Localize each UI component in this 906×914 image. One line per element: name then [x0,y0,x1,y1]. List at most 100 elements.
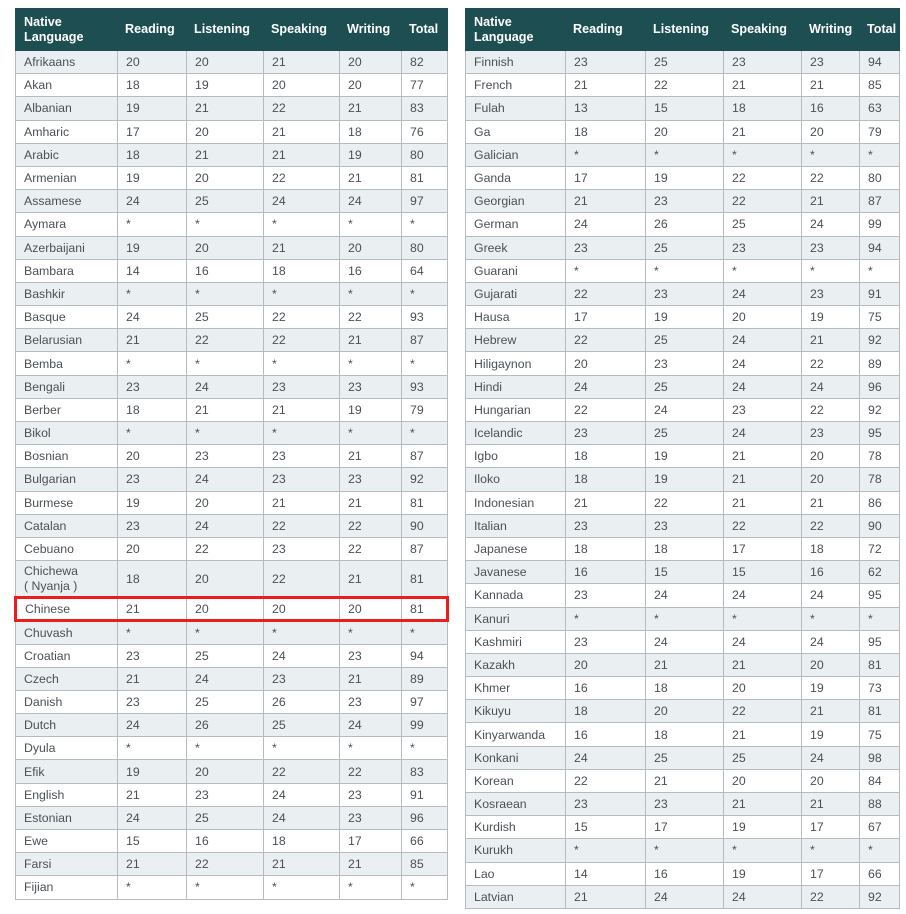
table-row[interactable]: Croatian 23 25 24 23 94 [15,643,448,668]
table-row[interactable]: Guarani * * * * * [465,258,900,283]
cell-total: * [401,281,448,307]
cell-reading: 18 [117,73,187,98]
table-row[interactable]: Bambara 14 16 18 16 64 [15,258,448,283]
table-row[interactable]: Dutch 24 26 25 24 99 [15,713,448,738]
table-row[interactable]: German 24 26 25 24 99 [465,212,900,237]
table-row[interactable]: Bashkir * * * * * [15,281,448,307]
table-row[interactable]: Indonesian 21 22 21 21 86 [465,490,900,515]
table-row[interactable]: Igbo 18 19 21 20 78 [465,444,900,469]
table-row[interactable]: Chuvash * * * * * [15,620,448,645]
cell-total: 87 [401,444,448,469]
table-row[interactable]: Bengali 23 24 23 23 93 [15,374,448,399]
table-row[interactable]: Arabic 18 21 21 19 80 [15,142,448,167]
table-row[interactable]: Gujarati 22 23 24 23 91 [465,281,900,307]
table-row[interactable]: Kikuyu 18 20 22 21 81 [465,699,900,724]
table-row[interactable]: Korean 22 21 20 20 84 [465,768,900,794]
table-row[interactable]: Bikol * * * * * [15,420,448,446]
cell-writing: 20 [801,119,860,144]
table-row[interactable]: Catalan 23 24 22 22 90 [15,513,448,538]
cell-reading: * [117,212,187,237]
cell-listening: * [186,281,264,307]
table-row[interactable]: Kashmiri 23 24 24 24 95 [465,629,900,654]
table-row[interactable]: Danish 23 25 26 23 97 [15,689,448,715]
table-row[interactable]: Finnish 23 25 23 23 94 [465,49,900,75]
cell-reading: 19 [117,759,187,784]
table-row[interactable]: Kannada 23 24 24 24 95 [465,583,900,608]
table-row[interactable]: Chichewa( Nyanja ) 18 20 22 21 81 [15,560,448,599]
table-row[interactable]: Hausa 17 19 20 19 75 [465,305,900,330]
cell-speaking: 19 [723,861,802,886]
table-row[interactable]: Farsi 21 22 21 21 85 [15,852,448,877]
cell-writing: 22 [339,513,402,538]
table-row[interactable]: Latvian 21 24 24 22 92 [465,884,900,909]
table-row[interactable]: Dyula * * * * * [15,736,448,761]
cell-total: 79 [859,119,900,144]
cell-writing: 21 [339,165,402,191]
table-row[interactable]: Khmer 16 18 20 19 73 [465,676,900,701]
right-table-body: Finnish 23 25 23 23 94 French 21 22 21 21 85 Fulah 13… [465,49,900,909]
table-row[interactable]: Hebrew 22 25 24 21 92 [465,328,900,353]
cell-speaking: 21 [723,73,802,98]
table-row[interactable]: Amharic 17 20 21 18 76 [15,119,448,144]
table-row[interactable]: Kazakh 20 21 21 20 81 [465,652,900,678]
table-row[interactable]: Iloko 18 19 21 20 78 [465,467,900,492]
cell-reading: 20 [117,536,187,562]
table-row[interactable]: Fulah 13 15 18 16 63 [465,96,900,121]
table-row[interactable]: Aymara * * * * * [15,212,448,237]
table-row[interactable]: Akan 18 19 20 20 77 [15,73,448,98]
scores-table-right: Native Language Reading Listening Speaki… [465,8,900,909]
table-row[interactable]: Basque 24 25 22 22 93 [15,305,448,330]
table-row[interactable]: Bemba * * * * * [15,351,448,376]
table-row[interactable]: Lao 14 16 19 17 66 [465,861,900,886]
table-row[interactable]: Japanese 18 18 17 18 72 [465,536,900,562]
table-row[interactable]: Georgian 21 23 22 21 87 [465,189,900,214]
table-row[interactable]: Greek 23 25 23 23 94 [465,235,900,260]
table-row[interactable]: Albanian 19 21 22 21 83 [15,96,448,121]
cell-listening: 24 [186,374,264,399]
table-row[interactable]: Fijian * * * * * [15,875,448,900]
cell-reading: 19 [117,490,187,515]
table-row[interactable]: Belarusian 21 22 22 21 87 [15,328,448,353]
table-row[interactable]: Galician * * * * * [465,142,900,167]
cell-writing: 18 [801,536,860,562]
table-row[interactable]: Kinyarwanda 16 18 21 19 75 [465,722,900,747]
table-row[interactable]: Icelandic 23 25 24 23 95 [465,420,900,446]
cell-reading: 23 [565,49,646,75]
table-row[interactable]: Bosnian 20 23 23 21 87 [15,444,448,469]
table-row[interactable]: Kanuri * * * * * [465,606,900,631]
table-row[interactable]: Kurdish 15 17 19 17 67 [465,815,900,840]
table-row[interactable]: Hiligaynon 20 23 24 22 89 [465,351,900,376]
table-row[interactable]: Hungarian 22 24 23 22 92 [465,397,900,423]
cell-speaking: 23 [263,666,340,691]
table-row[interactable]: Czech 21 24 23 21 89 [15,666,448,691]
table-row[interactable]: Cebuano 20 22 23 22 87 [15,536,448,562]
cell-total: * [401,420,448,446]
table-row[interactable]: Bulgarian 23 24 23 23 92 [15,467,448,492]
cell-listening: 18 [645,722,724,747]
table-row[interactable]: Berber 18 21 21 19 79 [15,397,448,423]
table-row[interactable]: Kurukh * * * * * [465,838,900,863]
cell-reading: * [117,736,187,761]
table-row[interactable]: Armenian 19 20 22 21 81 [15,165,448,191]
table-row[interactable]: Konkani 24 25 25 24 98 [465,745,900,770]
table-row[interactable]: Burmese 19 20 21 21 81 [15,490,448,515]
cell-language: Guarani [465,258,566,283]
cell-writing: 21 [339,560,402,599]
table-row[interactable]: Assamese 24 25 24 24 97 [15,189,448,214]
table-row[interactable]: Hindi 24 25 24 24 96 [465,374,900,399]
table-row[interactable]: Ewe 15 16 18 17 66 [15,828,448,854]
table-row[interactable]: English 21 23 24 23 91 [15,782,448,807]
table-row[interactable]: Estonian 24 25 24 23 96 [15,805,448,831]
table-row[interactable]: Chinese 21 20 20 20 81 [14,596,449,623]
table-row[interactable]: Ga 18 20 21 20 79 [465,119,900,144]
table-row[interactable]: Ganda 17 19 22 22 80 [465,165,900,191]
table-row[interactable]: French 21 22 21 21 85 [465,73,900,98]
cell-reading: 21 [117,328,187,353]
table-row[interactable]: Efik 19 20 22 22 83 [15,759,448,784]
table-row[interactable]: Javanese 16 15 15 16 62 [465,560,900,585]
cell-language: Korean [465,768,566,794]
table-row[interactable]: Azerbaijani 19 20 21 20 80 [15,235,448,260]
table-row[interactable]: Afrikaans 20 20 21 20 82 [15,49,448,75]
table-row[interactable]: Kosraean 23 23 21 21 88 [465,791,900,817]
table-row[interactable]: Italian 23 23 22 22 90 [465,513,900,538]
